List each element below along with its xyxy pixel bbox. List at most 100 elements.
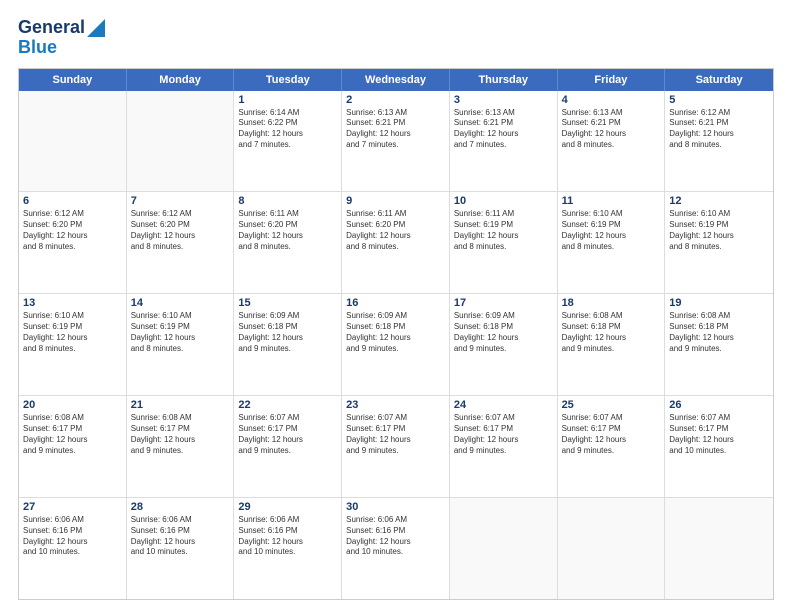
calendar-cell: 14 Sunrise: 6:10 AMSunset: 6:19 PMDayligh…: [127, 294, 235, 395]
cell-info: Sunrise: 6:11 AMSunset: 6:20 PMDaylight:…: [238, 209, 337, 252]
calendar-cell: 11Sunrise: 6:10 AMSunset: 6:19 PMDayligh…: [558, 192, 666, 293]
calendar-cell: 18 Sunrise: 6:08 AMSunset: 6:18 PMDayligh…: [558, 294, 666, 395]
day-number: 9: [346, 195, 445, 207]
cell-info: Sunrise: 6:06 AMSunset: 6:16 PMDaylight:…: [346, 515, 445, 558]
day-number: 24: [454, 399, 553, 411]
cell-info: Sunrise: 6:10 AMSunset: 6:19 PMDaylight:…: [23, 311, 122, 354]
cell-info: Sunrise: 6:10 AMSunset: 6:19 PMDaylight:…: [562, 209, 661, 252]
calendar-cell: 7 Sunrise: 6:12 AMSunset: 6:20 PMDaylight…: [127, 192, 235, 293]
calendar-cell: 6 Sunrise: 6:12 AMSunset: 6:20 PMDaylight…: [19, 192, 127, 293]
calendar-row-2: 6 Sunrise: 6:12 AMSunset: 6:20 PMDaylight…: [19, 191, 773, 293]
calendar-cell: 19 Sunrise: 6:08 AMSunset: 6:18 PMDayligh…: [665, 294, 773, 395]
calendar-cell: 25 Sunrise: 6:07 AMSunset: 6:17 PMDayligh…: [558, 396, 666, 497]
day-number: 16: [346, 297, 445, 309]
cell-info: Sunrise: 6:08 AMSunset: 6:17 PMDaylight:…: [131, 413, 230, 456]
calendar-cell: 12Sunrise: 6:10 AMSunset: 6:19 PMDayligh…: [665, 192, 773, 293]
calendar-cell: 22 Sunrise: 6:07 AMSunset: 6:17 PMDayligh…: [234, 396, 342, 497]
calendar-cell: 28 Sunrise: 6:06 AMSunset: 6:16 PMDayligh…: [127, 498, 235, 599]
cell-info: Sunrise: 6:13 AMSunset: 6:21 PMDaylight:…: [346, 108, 445, 151]
header-cell-saturday: Saturday: [665, 69, 773, 91]
calendar-body: 1 Sunrise: 6:14 AMSunset: 6:22 PMDaylight…: [19, 91, 773, 599]
day-number: 27: [23, 501, 122, 513]
header-cell-tuesday: Tuesday: [234, 69, 342, 91]
calendar-cell: 27 Sunrise: 6:06 AMSunset: 6:16 PMDayligh…: [19, 498, 127, 599]
calendar-cell: 2 Sunrise: 6:13 AMSunset: 6:21 PMDaylight…: [342, 91, 450, 192]
cell-info: Sunrise: 6:07 AMSunset: 6:17 PMDaylight:…: [669, 413, 769, 456]
cell-info: Sunrise: 6:14 AMSunset: 6:22 PMDaylight:…: [238, 108, 337, 151]
cell-info: Sunrise: 6:09 AMSunset: 6:18 PMDaylight:…: [454, 311, 553, 354]
cell-info: Sunrise: 6:07 AMSunset: 6:17 PMDaylight:…: [346, 413, 445, 456]
cell-info: Sunrise: 6:07 AMSunset: 6:17 PMDaylight:…: [238, 413, 337, 456]
day-number: 23: [346, 399, 445, 411]
cell-info: Sunrise: 6:07 AMSunset: 6:17 PMDaylight:…: [454, 413, 553, 456]
calendar-cell: 5 Sunrise: 6:12 AMSunset: 6:21 PMDaylight…: [665, 91, 773, 192]
calendar-cell: 4Sunrise: 6:13 AMSunset: 6:21 PMDaylight…: [558, 91, 666, 192]
day-number: 5: [669, 94, 769, 106]
calendar-cell: [558, 498, 666, 599]
day-number: 28: [131, 501, 230, 513]
page: GeneralBlue SundayMondayTuesdayWednesday…: [0, 0, 792, 612]
cell-info: Sunrise: 6:13 AMSunset: 6:21 PMDaylight:…: [454, 108, 553, 151]
cell-info: Sunrise: 6:08 AMSunset: 6:18 PMDaylight:…: [562, 311, 661, 354]
calendar: SundayMondayTuesdayWednesdayThursdayFrid…: [18, 68, 774, 600]
cell-info: Sunrise: 6:12 AMSunset: 6:20 PMDaylight:…: [23, 209, 122, 252]
calendar-cell: [127, 91, 235, 192]
cell-info: Sunrise: 6:12 AMSunset: 6:20 PMDaylight:…: [131, 209, 230, 252]
calendar-cell: 29 Sunrise: 6:06 AMSunset: 6:16 PMDayligh…: [234, 498, 342, 599]
cell-info: Sunrise: 6:11 AMSunset: 6:19 PMDaylight:…: [454, 209, 553, 252]
day-number: 26: [669, 399, 769, 411]
day-number: 15: [238, 297, 337, 309]
day-number: 8: [238, 195, 337, 207]
day-number: 14: [131, 297, 230, 309]
day-number: 13: [23, 297, 122, 309]
calendar-cell: 16 Sunrise: 6:09 AMSunset: 6:18 PMDayligh…: [342, 294, 450, 395]
calendar-cell: 1 Sunrise: 6:14 AMSunset: 6:22 PMDaylight…: [234, 91, 342, 192]
day-number: 10: [454, 195, 553, 207]
calendar-cell: 8 Sunrise: 6:11 AMSunset: 6:20 PMDaylight…: [234, 192, 342, 293]
day-number: 29: [238, 501, 337, 513]
calendar-cell: 24 Sunrise: 6:07 AMSunset: 6:17 PMDayligh…: [450, 396, 558, 497]
day-number: 6: [23, 195, 122, 207]
calendar-cell: 9Sunrise: 6:11 AMSunset: 6:20 PMDaylight…: [342, 192, 450, 293]
cell-info: Sunrise: 6:06 AMSunset: 6:16 PMDaylight:…: [238, 515, 337, 558]
day-number: 20: [23, 399, 122, 411]
calendar-cell: 30Sunrise: 6:06 AMSunset: 6:16 PMDayligh…: [342, 498, 450, 599]
calendar-row-4: 20 Sunrise: 6:08 AMSunset: 6:17 PMDayligh…: [19, 395, 773, 497]
cell-info: Sunrise: 6:08 AMSunset: 6:17 PMDaylight:…: [23, 413, 122, 456]
cell-info: Sunrise: 6:06 AMSunset: 6:16 PMDaylight:…: [23, 515, 122, 558]
calendar-cell: 21Sunrise: 6:08 AMSunset: 6:17 PMDayligh…: [127, 396, 235, 497]
day-number: 17: [454, 297, 553, 309]
cell-info: Sunrise: 6:12 AMSunset: 6:21 PMDaylight:…: [669, 108, 769, 151]
calendar-cell: [665, 498, 773, 599]
calendar-cell: 3 Sunrise: 6:13 AMSunset: 6:21 PMDaylight…: [450, 91, 558, 192]
cell-info: Sunrise: 6:06 AMSunset: 6:16 PMDaylight:…: [131, 515, 230, 558]
calendar-cell: 26 Sunrise: 6:07 AMSunset: 6:17 PMDayligh…: [665, 396, 773, 497]
calendar-cell: 17 Sunrise: 6:09 AMSunset: 6:18 PMDayligh…: [450, 294, 558, 395]
day-number: 1: [238, 94, 337, 106]
calendar-row-5: 27 Sunrise: 6:06 AMSunset: 6:16 PMDayligh…: [19, 497, 773, 599]
header-cell-friday: Friday: [558, 69, 666, 91]
day-number: 22: [238, 399, 337, 411]
cell-info: Sunrise: 6:08 AMSunset: 6:18 PMDaylight:…: [669, 311, 769, 354]
calendar-header: SundayMondayTuesdayWednesdayThursdayFrid…: [19, 69, 773, 91]
day-number: 3: [454, 94, 553, 106]
day-number: 4: [562, 94, 661, 106]
calendar-cell: 13 Sunrise: 6:10 AMSunset: 6:19 PMDayligh…: [19, 294, 127, 395]
logo-text: GeneralBlue: [18, 18, 105, 58]
day-number: 7: [131, 195, 230, 207]
cell-info: Sunrise: 6:10 AMSunset: 6:19 PMDaylight:…: [131, 311, 230, 354]
day-number: 25: [562, 399, 661, 411]
day-number: 2: [346, 94, 445, 106]
header: GeneralBlue: [18, 18, 774, 58]
calendar-cell: 15Sunrise: 6:09 AMSunset: 6:18 PMDayligh…: [234, 294, 342, 395]
calendar-row-3: 13 Sunrise: 6:10 AMSunset: 6:19 PMDayligh…: [19, 293, 773, 395]
calendar-cell: 10 Sunrise: 6:11 AMSunset: 6:19 PMDayligh…: [450, 192, 558, 293]
cell-info: Sunrise: 6:09 AMSunset: 6:18 PMDaylight:…: [346, 311, 445, 354]
header-cell-sunday: Sunday: [19, 69, 127, 91]
header-cell-wednesday: Wednesday: [342, 69, 450, 91]
day-number: 12: [669, 195, 769, 207]
day-number: 19: [669, 297, 769, 309]
calendar-cell: [450, 498, 558, 599]
cell-info: Sunrise: 6:07 AMSunset: 6:17 PMDaylight:…: [562, 413, 661, 456]
day-number: 18: [562, 297, 661, 309]
